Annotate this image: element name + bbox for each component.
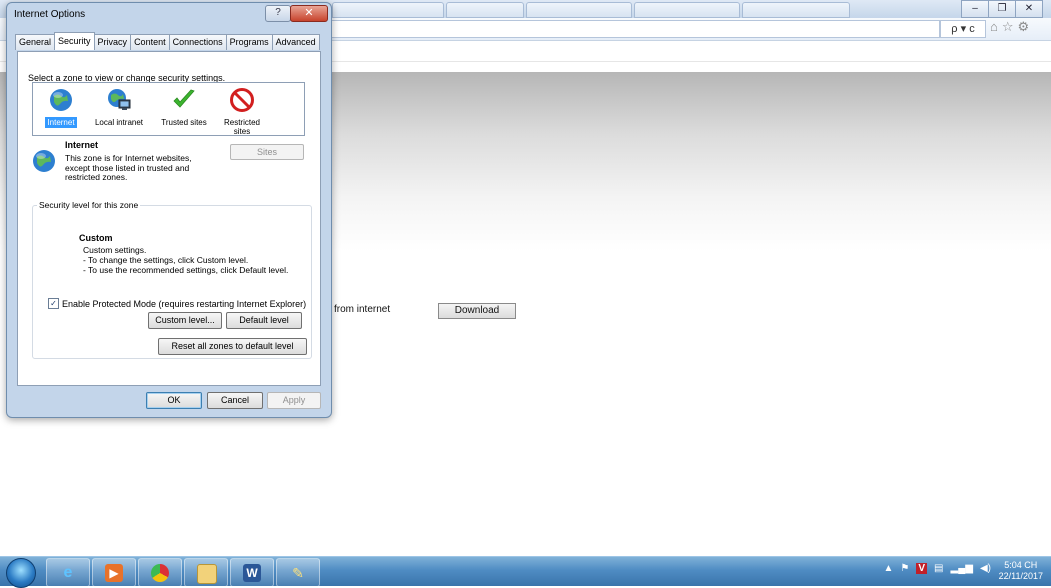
antivirus-icon[interactable]: V xyxy=(916,563,928,574)
security-level-line: Custom settings. xyxy=(83,245,147,255)
tab-general[interactable]: General xyxy=(15,34,56,50)
tab-connections[interactable]: Connections xyxy=(168,34,227,50)
browser-tab[interactable] xyxy=(446,2,524,18)
zone-label: Trusted sites xyxy=(161,118,207,127)
zone-restricted-sites[interactable]: Restricted sites xyxy=(219,83,265,137)
flag-icon[interactable]: ⚑ xyxy=(900,563,909,574)
home-icon[interactable]: ⌂ xyxy=(990,19,998,35)
taskbar-media-player[interactable]: ▶ xyxy=(92,558,136,587)
ok-button[interactable]: OK xyxy=(146,392,202,409)
security-level-description: Custom settings. - To change the setting… xyxy=(83,245,288,275)
word-icon: W xyxy=(243,564,261,582)
start-button[interactable] xyxy=(6,558,36,588)
browser-tab[interactable] xyxy=(634,2,740,18)
internet-explorer-icon: e xyxy=(63,564,73,581)
system-tray: ▲ ⚑ V ▤ ▂▄▆ ◀) xyxy=(884,563,991,574)
protected-mode-label: Enable Protected Mode (requires restarti… xyxy=(62,298,307,309)
clock-time: 5:04 CH xyxy=(1004,560,1038,570)
security-level-line: - To change the settings, click Custom l… xyxy=(83,255,249,265)
network-icon[interactable]: ▤ xyxy=(934,563,943,574)
browser-toolbar: ⌂ ☆ ⚙ xyxy=(990,19,1029,35)
settings-gear-icon[interactable]: ⚙ xyxy=(1018,19,1030,35)
browser-tab[interactable] xyxy=(332,2,444,18)
volume-icon[interactable]: ◀) xyxy=(980,563,991,574)
close-window-button[interactable]: ✕ xyxy=(1015,0,1043,18)
tab-content[interactable]: Content xyxy=(130,34,170,50)
minimize-button[interactable]: – xyxy=(961,0,989,18)
apply-button[interactable]: Apply xyxy=(267,392,321,409)
cancel-button[interactable]: Cancel xyxy=(207,392,263,409)
globe-icon xyxy=(50,89,72,111)
address-bar[interactable] xyxy=(330,20,940,38)
show-hidden-icons-arrow-icon[interactable]: ▲ xyxy=(884,563,894,574)
selected-zone-name: Internet xyxy=(65,140,99,150)
tab-privacy[interactable]: Privacy xyxy=(93,34,132,50)
custom-level-button[interactable]: Custom level... xyxy=(148,312,222,329)
from-internet-label: from internet xyxy=(334,304,391,315)
tab-advanced[interactable]: Advanced xyxy=(271,34,320,50)
security-level-group: Security level for this zone Custom Cust… xyxy=(32,200,312,359)
zone-internet[interactable]: Internet xyxy=(41,83,81,128)
browser-tab[interactable] xyxy=(526,2,632,18)
browser-tab[interactable] xyxy=(742,2,850,18)
zone-label: Local intranet xyxy=(94,118,144,127)
restore-button[interactable]: ❐ xyxy=(988,0,1016,18)
default-level-button[interactable]: Default level xyxy=(226,312,302,329)
taskbar-paint[interactable]: ✎ xyxy=(276,558,320,587)
folder-icon xyxy=(197,564,217,584)
zone-label: Internet xyxy=(45,117,77,128)
download-button[interactable]: Download xyxy=(438,303,516,319)
clock-date: 22/11/2017 xyxy=(998,571,1043,581)
window-controls: – ❐ ✕ xyxy=(961,0,1043,18)
dialog-title: Internet Options xyxy=(14,9,86,20)
protected-mode-row[interactable]: ✓ Enable Protected Mode (requires restar… xyxy=(48,298,306,309)
zone-list: Internet Local intranet Trusted sites Re… xyxy=(32,82,305,136)
globe-icon xyxy=(33,150,55,172)
media-player-icon: ▶ xyxy=(105,564,123,582)
security-level-legend: Security level for this zone xyxy=(37,200,141,210)
search-refresh-controls[interactable]: ρ ▾ c xyxy=(940,20,986,38)
signal-icon[interactable]: ▂▄▆ xyxy=(951,563,973,574)
taskbar: e ▶ W ✎ ▲ ⚑ V ▤ ▂▄▆ ◀) 5:04 CH 22/11/201… xyxy=(0,556,1051,588)
zone-label: Restricted sites xyxy=(223,118,260,136)
taskbar-word[interactable]: W xyxy=(230,558,274,587)
tab-security[interactable]: Security xyxy=(54,32,95,50)
reset-all-zones-button[interactable]: Reset all zones to default level xyxy=(158,338,307,355)
taskbar-file-explorer[interactable] xyxy=(184,558,228,587)
chrome-icon xyxy=(151,564,169,582)
tab-programs[interactable]: Programs xyxy=(225,34,273,50)
security-tab-panel: Select a zone to view or change security… xyxy=(17,51,321,386)
tab-strip: General Security Privacy Content Connect… xyxy=(15,32,320,50)
intranet-icon xyxy=(108,89,131,110)
zone-local-intranet[interactable]: Local intranet xyxy=(88,83,150,128)
checkmark-icon xyxy=(173,89,195,108)
taskbar-internet-explorer[interactable]: e xyxy=(46,558,90,587)
close-button[interactable]: ✕ xyxy=(290,5,328,22)
restricted-icon xyxy=(230,88,254,112)
help-button[interactable]: ? xyxy=(265,5,291,22)
paint-icon: ✎ xyxy=(292,565,304,581)
selected-zone-description: This zone is for Internet websites, exce… xyxy=(65,153,192,182)
taskbar-clock[interactable]: 5:04 CH 22/11/2017 xyxy=(999,560,1043,582)
favorites-star-icon[interactable]: ☆ xyxy=(1002,19,1014,35)
security-level-title: Custom xyxy=(79,233,113,243)
security-level-line: - To use the recommended settings, click… xyxy=(83,265,289,275)
sites-button[interactable]: Sites xyxy=(230,144,304,160)
taskbar-chrome[interactable] xyxy=(138,558,182,587)
internet-options-dialog: Internet Options ? ✕ General Security Pr… xyxy=(6,2,332,418)
protected-mode-checkbox[interactable]: ✓ xyxy=(48,298,59,309)
zone-trusted-sites[interactable]: Trusted sites xyxy=(154,83,214,128)
